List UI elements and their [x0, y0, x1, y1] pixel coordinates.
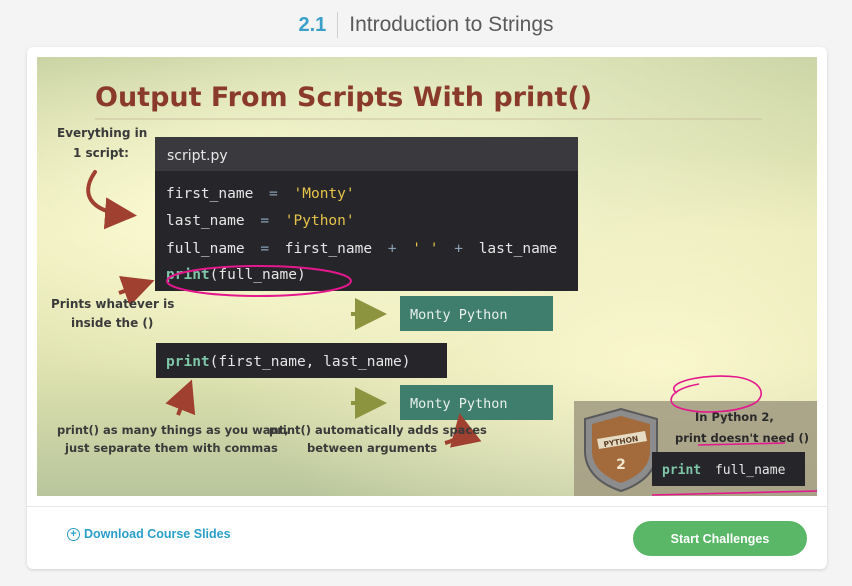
code-line-2: last_name = 'Python': [166, 213, 355, 229]
code-line-1: first_name = 'Monty': [166, 186, 355, 202]
note-many-line2: just separate them with commas: [64, 441, 278, 455]
python2-code: print full_name: [662, 463, 786, 478]
page-header: 2.1 Introduction to Strings: [0, 0, 852, 50]
slide-card: Output From Scripts With print() Everyth…: [27, 47, 827, 569]
section-title: Introduction to Strings: [349, 13, 554, 36]
note-prints-line1: Prints whatever is: [51, 297, 174, 311]
editor-filename: script.py: [167, 148, 228, 164]
download-slides-link[interactable]: + Download Course Slides: [67, 527, 231, 541]
print2-code: print(first_name, last_name): [166, 354, 410, 370]
download-circle-icon: +: [67, 527, 80, 541]
note-prints-line2: inside the (): [71, 316, 153, 330]
slide-canvas: Output From Scripts With print() Everyth…: [51, 82, 817, 496]
output-2-text: Monty Python: [410, 396, 508, 412]
python-badge-num: 2: [616, 457, 626, 473]
start-challenges-button[interactable]: Start Challenges: [633, 521, 807, 556]
note-auto-line2: between arguments: [307, 441, 437, 455]
arrow-to-print-icon: [118, 276, 155, 307]
note-auto-line1: print() automatically adds spaces: [269, 423, 487, 437]
arrow-up-icon: [165, 379, 196, 416]
output-1-text: Monty Python: [410, 307, 508, 323]
slide-image: Output From Scripts With print() Everyth…: [37, 57, 817, 496]
section-number: 2.1: [298, 13, 327, 36]
note-many-line1: print() as many things as you want,: [57, 423, 289, 437]
note-everything-line1: Everything in: [57, 126, 147, 140]
code-line-4: print(full_name): [166, 267, 306, 283]
download-label: Download Course Slides: [84, 527, 231, 541]
header-divider: [337, 12, 339, 38]
note-everything-line2: 1 script:: [73, 146, 129, 160]
slide-title: Output From Scripts With print(): [95, 82, 592, 113]
python2-note-line2: print doesn't need (): [675, 431, 809, 445]
card-footer: + Download Course Slides Start Challenge…: [27, 506, 827, 570]
code-line-3: full_name = first_name + ' ' + last_name: [166, 241, 557, 257]
curved-arrow-icon: [86, 170, 137, 230]
